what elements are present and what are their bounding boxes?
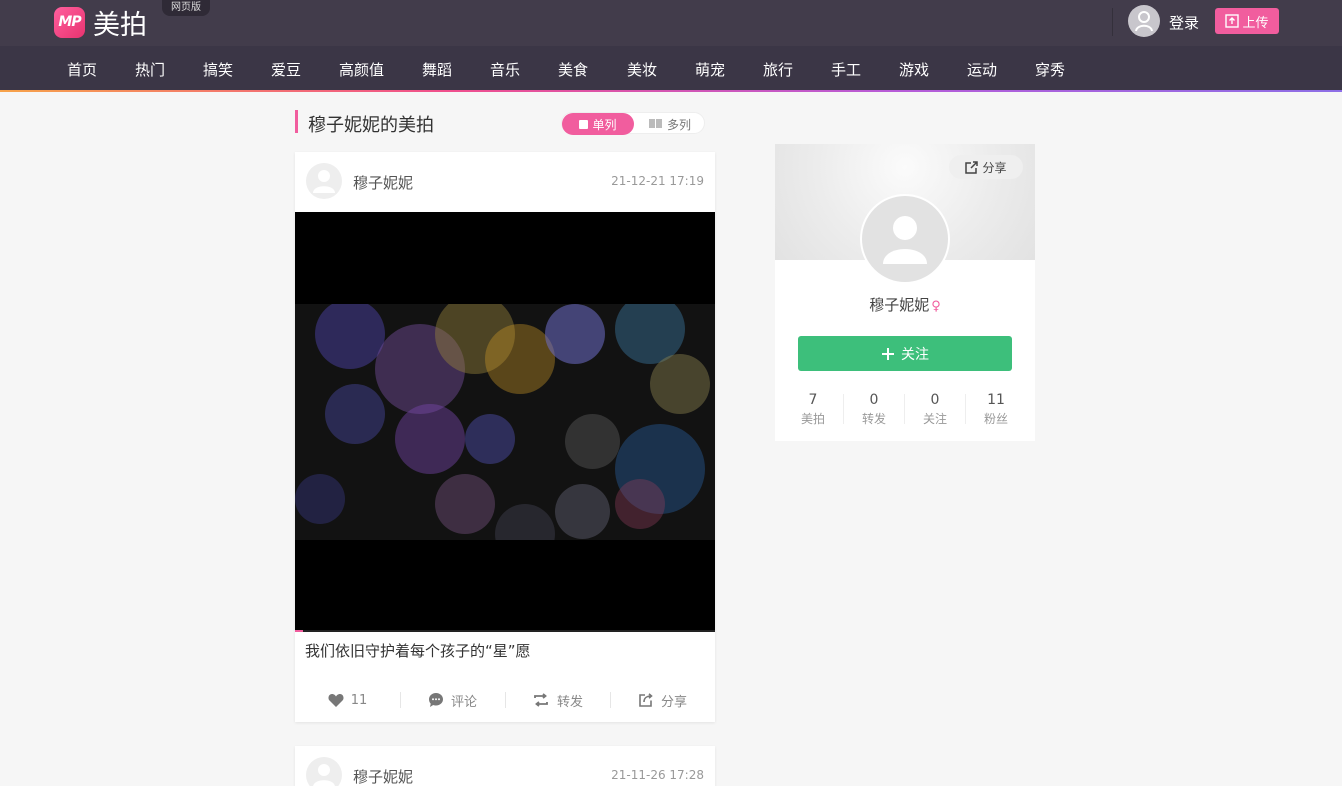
- external-share-icon: [965, 160, 979, 174]
- profile-share-label: 分享: [982, 160, 1007, 175]
- stat-following[interactable]: 0 关注: [905, 392, 965, 427]
- post-actions: 11 评论 转发 分享: [295, 680, 715, 720]
- nav-item-food[interactable]: 美食: [558, 59, 588, 80]
- single-column-icon: [579, 119, 589, 129]
- comment-button[interactable]: 评论: [400, 680, 505, 720]
- logo-mark-icon: MP: [54, 6, 85, 38]
- profile-avatar[interactable]: [860, 194, 950, 284]
- share-icon: [639, 693, 653, 707]
- single-column-button[interactable]: 单列: [562, 113, 634, 135]
- stat-followers[interactable]: 11 粉丝: [966, 392, 1026, 427]
- upload-icon: [1225, 14, 1240, 28]
- nav-item-funny[interactable]: 搞笑: [203, 59, 233, 80]
- stat-value: 0: [869, 392, 879, 408]
- stat-value: 0: [930, 392, 940, 408]
- follow-label: 关注: [901, 346, 929, 363]
- nav-item-beauty-looks[interactable]: 高颜值: [339, 59, 384, 80]
- user-avatar-icon[interactable]: [1128, 5, 1160, 37]
- nav-item-games[interactable]: 游戏: [899, 59, 929, 80]
- profile-name-text: 穆子妮妮: [869, 296, 930, 314]
- web-version-badge: 网页版: [162, 0, 210, 16]
- default-avatar-icon: [883, 216, 927, 264]
- video-player[interactable]: [295, 212, 715, 631]
- login-link[interactable]: 登录: [1169, 12, 1199, 33]
- video-frame: [295, 304, 715, 540]
- plus-icon: [882, 347, 894, 360]
- stat-label: 关注: [922, 412, 947, 426]
- nav-item-idol[interactable]: 爱豆: [271, 59, 301, 80]
- title-accent-bar: [295, 110, 298, 133]
- post-caption: 我们依旧守护着每个孩子的“星”愿: [305, 642, 531, 660]
- default-avatar-icon: [313, 764, 335, 786]
- post-time: 21-11-26 17:28: [611, 768, 704, 782]
- stat-value: 11: [987, 392, 1005, 408]
- stat-value: 7: [808, 392, 818, 408]
- category-nav: [0, 46, 1342, 90]
- header-divider: [1112, 8, 1113, 36]
- follow-button[interactable]: 关注: [798, 336, 1012, 371]
- comment-icon: [428, 693, 443, 707]
- female-gender-icon: ♀: [931, 299, 941, 314]
- feed-card: 穆子妮妮 21-12-21 17:19 我们依旧守护着每个孩子的“星”愿 11 …: [295, 152, 715, 722]
- profile-card: 分享 穆子妮妮 ♀ 关注 7 美拍 0 转发 0 关注 11 粉丝: [775, 144, 1035, 441]
- nav-item-sports[interactable]: 运动: [967, 59, 997, 80]
- author-avatar[interactable]: [306, 163, 342, 199]
- nav-item-fashion[interactable]: 穿秀: [1035, 59, 1065, 80]
- view-toggle: 单列 多列: [561, 112, 706, 135]
- profile-name: 穆子妮妮 ♀: [775, 294, 1035, 315]
- single-column-label: 单列: [592, 117, 617, 132]
- default-avatar-icon: [313, 170, 335, 193]
- repost-icon: [534, 693, 548, 707]
- nav-item-pets[interactable]: 萌宠: [695, 59, 725, 80]
- author-name[interactable]: 穆子妮妮: [353, 766, 413, 786]
- share-label: 分享: [660, 694, 687, 710]
- logo-text: 美拍: [93, 9, 147, 41]
- multi-column-label: 多列: [666, 117, 691, 132]
- stat-posts[interactable]: 7 美拍: [783, 392, 843, 427]
- like-count: 11: [350, 692, 368, 708]
- nav-item-makeup[interactable]: 美妆: [627, 59, 657, 80]
- author-avatar[interactable]: [306, 757, 342, 786]
- nav-gradient-line: [0, 90, 1342, 92]
- upload-button[interactable]: 上传: [1215, 8, 1279, 34]
- nav-item-travel[interactable]: 旅行: [763, 59, 793, 80]
- stat-label: 美拍: [800, 412, 825, 426]
- like-button[interactable]: 11: [295, 680, 400, 720]
- comment-label: 评论: [450, 694, 477, 710]
- repost-label: 转发: [556, 694, 583, 710]
- author-name[interactable]: 穆子妮妮: [353, 172, 413, 193]
- nav-item-music[interactable]: 音乐: [490, 59, 520, 80]
- nav-item-home[interactable]: 首页: [67, 59, 97, 80]
- multi-column-icon: [648, 117, 663, 131]
- post-time: 21-12-21 17:19: [611, 174, 704, 188]
- heart-icon: [328, 694, 344, 707]
- nav-item-crafts[interactable]: 手工: [831, 59, 861, 80]
- stat-label: 粉丝: [983, 412, 1008, 426]
- profile-share-button[interactable]: 分享: [949, 155, 1023, 179]
- video-progress-bar[interactable]: [295, 630, 715, 632]
- nav-item-dance[interactable]: 舞蹈: [422, 59, 452, 80]
- share-button[interactable]: 分享: [610, 680, 715, 720]
- page-title: 穆子妮妮的美拍: [308, 115, 434, 136]
- site-logo[interactable]: MP 美拍: [54, 6, 147, 41]
- upload-label: 上传: [1242, 15, 1269, 31]
- feed-card: 穆子妮妮 21-11-26 17:28: [295, 746, 715, 786]
- repost-button[interactable]: 转发: [505, 680, 610, 720]
- nav-item-hot[interactable]: 热门: [135, 59, 165, 80]
- multi-column-button[interactable]: 多列: [634, 113, 706, 135]
- stat-label: 转发: [861, 412, 886, 426]
- stat-reposts[interactable]: 0 转发: [844, 392, 904, 427]
